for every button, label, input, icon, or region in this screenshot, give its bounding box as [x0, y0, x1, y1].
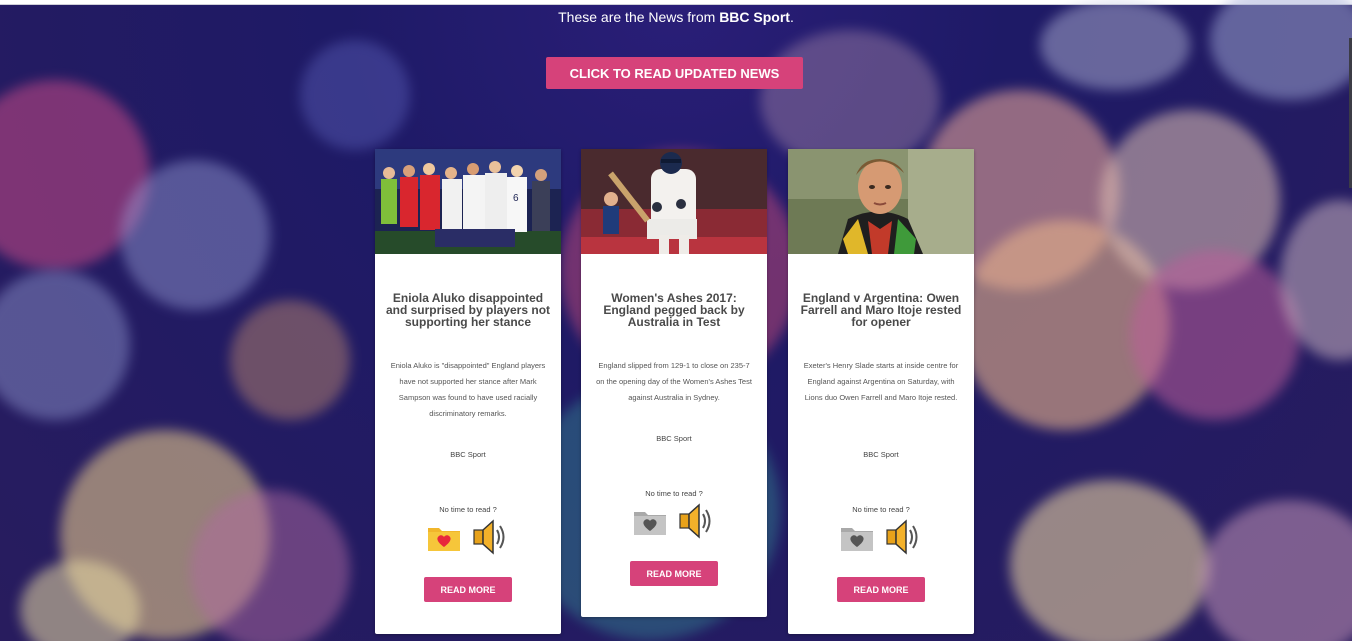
news-image[interactable] — [581, 149, 767, 254]
news-source: BBC Sport — [656, 434, 692, 443]
news-description: England slipped from 129-1 to close on 2… — [596, 361, 752, 402]
news-source: BBC Sport — [863, 450, 899, 459]
news-title: Women's Ashes 2017: England pegged back … — [603, 291, 745, 329]
read-more-button[interactable]: READ MORE — [630, 561, 718, 586]
news-title: Eniola Aluko disappointed and surprised … — [385, 291, 551, 329]
favorite-folder-icon[interactable] — [840, 522, 874, 557]
news-card: England v Argentina: Owen Farrell and Ma… — [788, 149, 974, 634]
quick-actions — [375, 518, 561, 561]
quick-actions — [788, 518, 974, 561]
quick-actions — [581, 502, 767, 545]
speaker-icon[interactable] — [677, 502, 715, 545]
heading-suffix: . — [789, 9, 794, 25]
heading-source-name: BBC Sport — [719, 9, 790, 25]
read-updated-news-button[interactable]: CLICK TO READ UPDATED NEWS — [546, 57, 803, 89]
news-card: 6 Eniola Aluko disappointed and surprise… — [375, 149, 561, 634]
favorite-folder-icon[interactable] — [633, 506, 667, 541]
news-description: Eniola Aluko is "disappointed" England p… — [390, 361, 546, 418]
favorite-folder-icon[interactable] — [427, 522, 461, 557]
read-more-button[interactable]: READ MORE — [837, 577, 925, 602]
svg-text:6: 6 — [513, 193, 519, 204]
read-more-button[interactable]: READ MORE — [424, 577, 512, 602]
no-time-label: No time to read ? — [645, 489, 703, 498]
news-description: Exeter's Henry Slade starts at inside ce… — [803, 361, 959, 402]
no-time-label: No time to read ? — [852, 505, 910, 514]
page-heading: These are the News from BBC Sport. — [0, 9, 1352, 25]
speaker-icon[interactable] — [471, 518, 509, 561]
heading-prefix: These are the News from — [558, 9, 720, 25]
news-image[interactable] — [788, 149, 974, 254]
no-time-label: No time to read ? — [439, 505, 497, 514]
speaker-icon[interactable] — [884, 518, 922, 561]
news-image[interactable]: 6 — [375, 149, 561, 254]
news-card: Women's Ashes 2017: England pegged back … — [581, 149, 767, 617]
news-source: BBC Sport — [450, 450, 486, 459]
news-title: England v Argentina: Owen Farrell and Ma… — [800, 291, 962, 329]
